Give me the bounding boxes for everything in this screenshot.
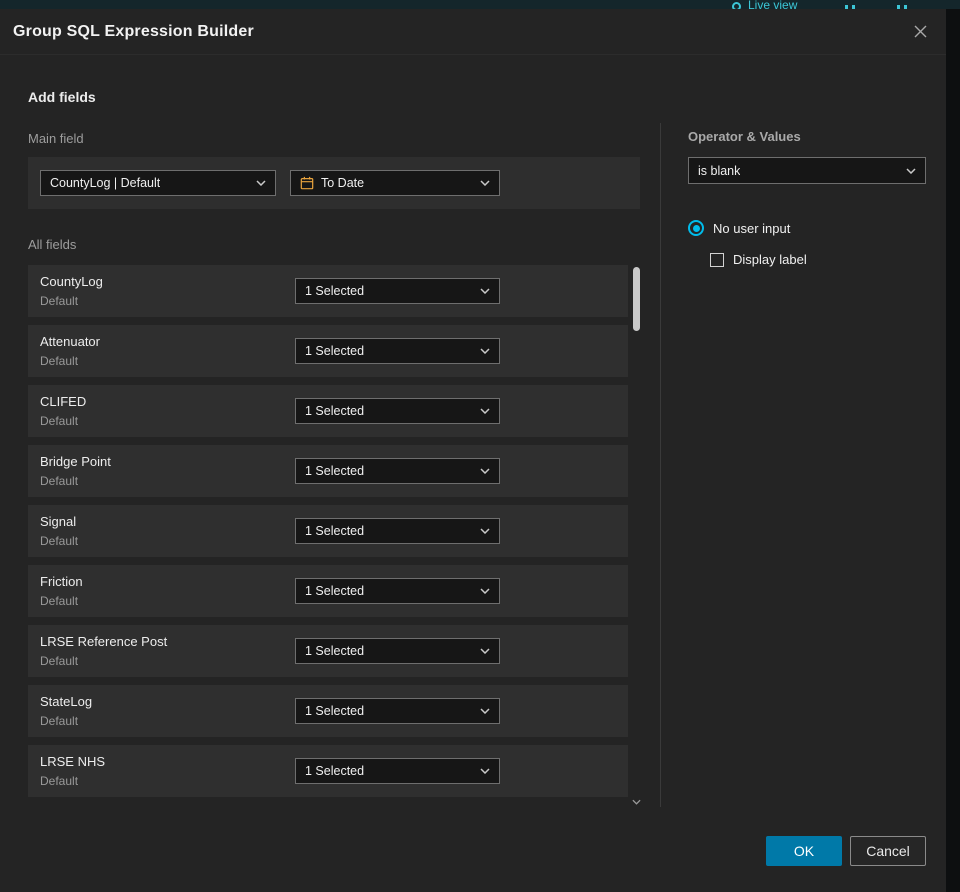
field-name: StateLog	[40, 694, 93, 709]
field-subtitle: Default	[40, 774, 79, 788]
no-user-input-option[interactable]: No user input	[688, 220, 790, 236]
live-view-label: Live view	[748, 0, 798, 9]
field-name: LRSE NHS	[40, 754, 106, 769]
field-selected-value: 1 Selected	[305, 464, 365, 478]
pause-icon	[845, 2, 859, 9]
no-user-input-label: No user input	[713, 220, 791, 236]
field-selected-dropdown[interactable]: 1 Selected	[295, 758, 500, 784]
display-label-checkbox[interactable]	[710, 252, 724, 267]
chevron-down-icon	[480, 708, 490, 714]
field-row: Friction Default 1 Selected	[28, 565, 628, 617]
field-selected-value: 1 Selected	[305, 584, 365, 598]
scroll-down-icon[interactable]	[632, 799, 641, 805]
field-subtitle: Default	[40, 414, 79, 428]
main-field-dropdown[interactable]: CountyLog | Default	[40, 170, 276, 196]
operator-values-label: Operator & Values	[688, 129, 801, 144]
chevron-down-icon	[480, 348, 490, 354]
ok-button[interactable]: OK	[766, 836, 842, 866]
display-label-text: Display label	[733, 252, 807, 267]
field-selected-value: 1 Selected	[305, 284, 365, 298]
field-row: Attenuator Default 1 Selected	[28, 325, 628, 377]
field-subtitle: Default	[40, 354, 79, 368]
chevron-down-icon	[480, 180, 490, 186]
chevron-down-icon	[906, 167, 916, 174]
field-selected-value: 1 Selected	[305, 644, 365, 658]
field-subtitle: Default	[40, 474, 79, 488]
field-name: Bridge Point	[40, 454, 111, 469]
chevron-down-icon	[480, 468, 490, 474]
field-selected-value: 1 Selected	[305, 704, 365, 718]
chevron-down-icon	[480, 528, 490, 534]
field-name: CountyLog	[40, 274, 103, 289]
field-name: CLIFED	[40, 394, 87, 409]
operator-dropdown[interactable]: is blank	[688, 157, 926, 184]
field-name: Signal	[40, 514, 77, 529]
section-title: Add fields	[28, 89, 96, 105]
chevron-down-icon	[480, 408, 490, 414]
field-subtitle: Default	[40, 534, 79, 548]
main-field-label: Main field	[28, 131, 84, 146]
dialog-header: Group SQL Expression Builder	[0, 9, 946, 55]
operator-dropdown-value: is blank	[698, 163, 741, 178]
all-fields-list: CountyLog Default 1 Selected Attenuator …	[28, 265, 628, 805]
live-view-icon	[732, 2, 741, 9]
calendar-icon	[300, 176, 314, 190]
radio-selected-icon[interactable]	[688, 220, 704, 236]
main-field-row: CountyLog | Default To Date	[28, 157, 640, 209]
chevron-down-icon	[256, 180, 266, 186]
field-selected-dropdown[interactable]: 1 Selected	[295, 578, 500, 604]
app-backdrop: Live view	[0, 0, 960, 9]
date-field-dropdown[interactable]: To Date	[290, 170, 500, 196]
scrollbar[interactable]	[632, 265, 641, 805]
main-field-dropdown-value: CountyLog | Default	[50, 176, 161, 190]
display-label-option[interactable]: Display label	[710, 252, 807, 267]
field-row: CLIFED Default 1 Selected	[28, 385, 628, 437]
field-subtitle: Default	[40, 714, 79, 728]
pause-icon	[897, 2, 911, 9]
field-subtitle: Default	[40, 594, 79, 608]
dialog-title: Group SQL Expression Builder	[13, 22, 254, 40]
chevron-down-icon	[480, 768, 490, 774]
field-selected-dropdown[interactable]: 1 Selected	[295, 338, 500, 364]
group-sql-expression-builder-dialog: Group SQL Expression Builder Add fields …	[0, 9, 946, 892]
field-row: CountyLog Default 1 Selected	[28, 265, 628, 317]
field-subtitle: Default	[40, 654, 79, 668]
field-name: Attenuator	[40, 334, 100, 349]
field-selected-dropdown[interactable]: 1 Selected	[295, 638, 500, 664]
field-row: Signal Default 1 Selected	[28, 505, 628, 557]
field-selected-value: 1 Selected	[305, 524, 365, 538]
all-fields-label: All fields	[28, 237, 77, 252]
chevron-down-icon	[480, 648, 490, 654]
field-row: Bridge Point Default 1 Selected	[28, 445, 628, 497]
field-row: StateLog Default 1 Selected	[28, 685, 628, 737]
field-selected-dropdown[interactable]: 1 Selected	[295, 698, 500, 724]
cancel-button[interactable]: Cancel	[850, 836, 926, 866]
field-row: LRSE Reference Post Default 1 Selected	[28, 625, 628, 677]
scrollbar-thumb[interactable]	[633, 267, 640, 331]
chevron-down-icon	[480, 288, 490, 294]
field-selected-value: 1 Selected	[305, 404, 365, 418]
field-selected-dropdown[interactable]: 1 Selected	[295, 458, 500, 484]
field-row: LRSE NHS Default 1 Selected	[28, 745, 628, 797]
field-selected-value: 1 Selected	[305, 344, 365, 358]
field-selected-dropdown[interactable]: 1 Selected	[295, 398, 500, 424]
field-name: Friction	[40, 574, 83, 589]
field-selected-dropdown[interactable]: 1 Selected	[295, 278, 500, 304]
field-selected-value: 1 Selected	[305, 764, 365, 778]
column-divider	[660, 123, 661, 807]
field-subtitle: Default	[40, 294, 79, 308]
close-icon[interactable]	[908, 20, 932, 44]
field-selected-dropdown[interactable]: 1 Selected	[295, 518, 500, 544]
chevron-down-icon	[480, 588, 490, 594]
field-name: LRSE Reference Post	[40, 634, 168, 649]
date-field-dropdown-value: To Date	[321, 176, 365, 190]
